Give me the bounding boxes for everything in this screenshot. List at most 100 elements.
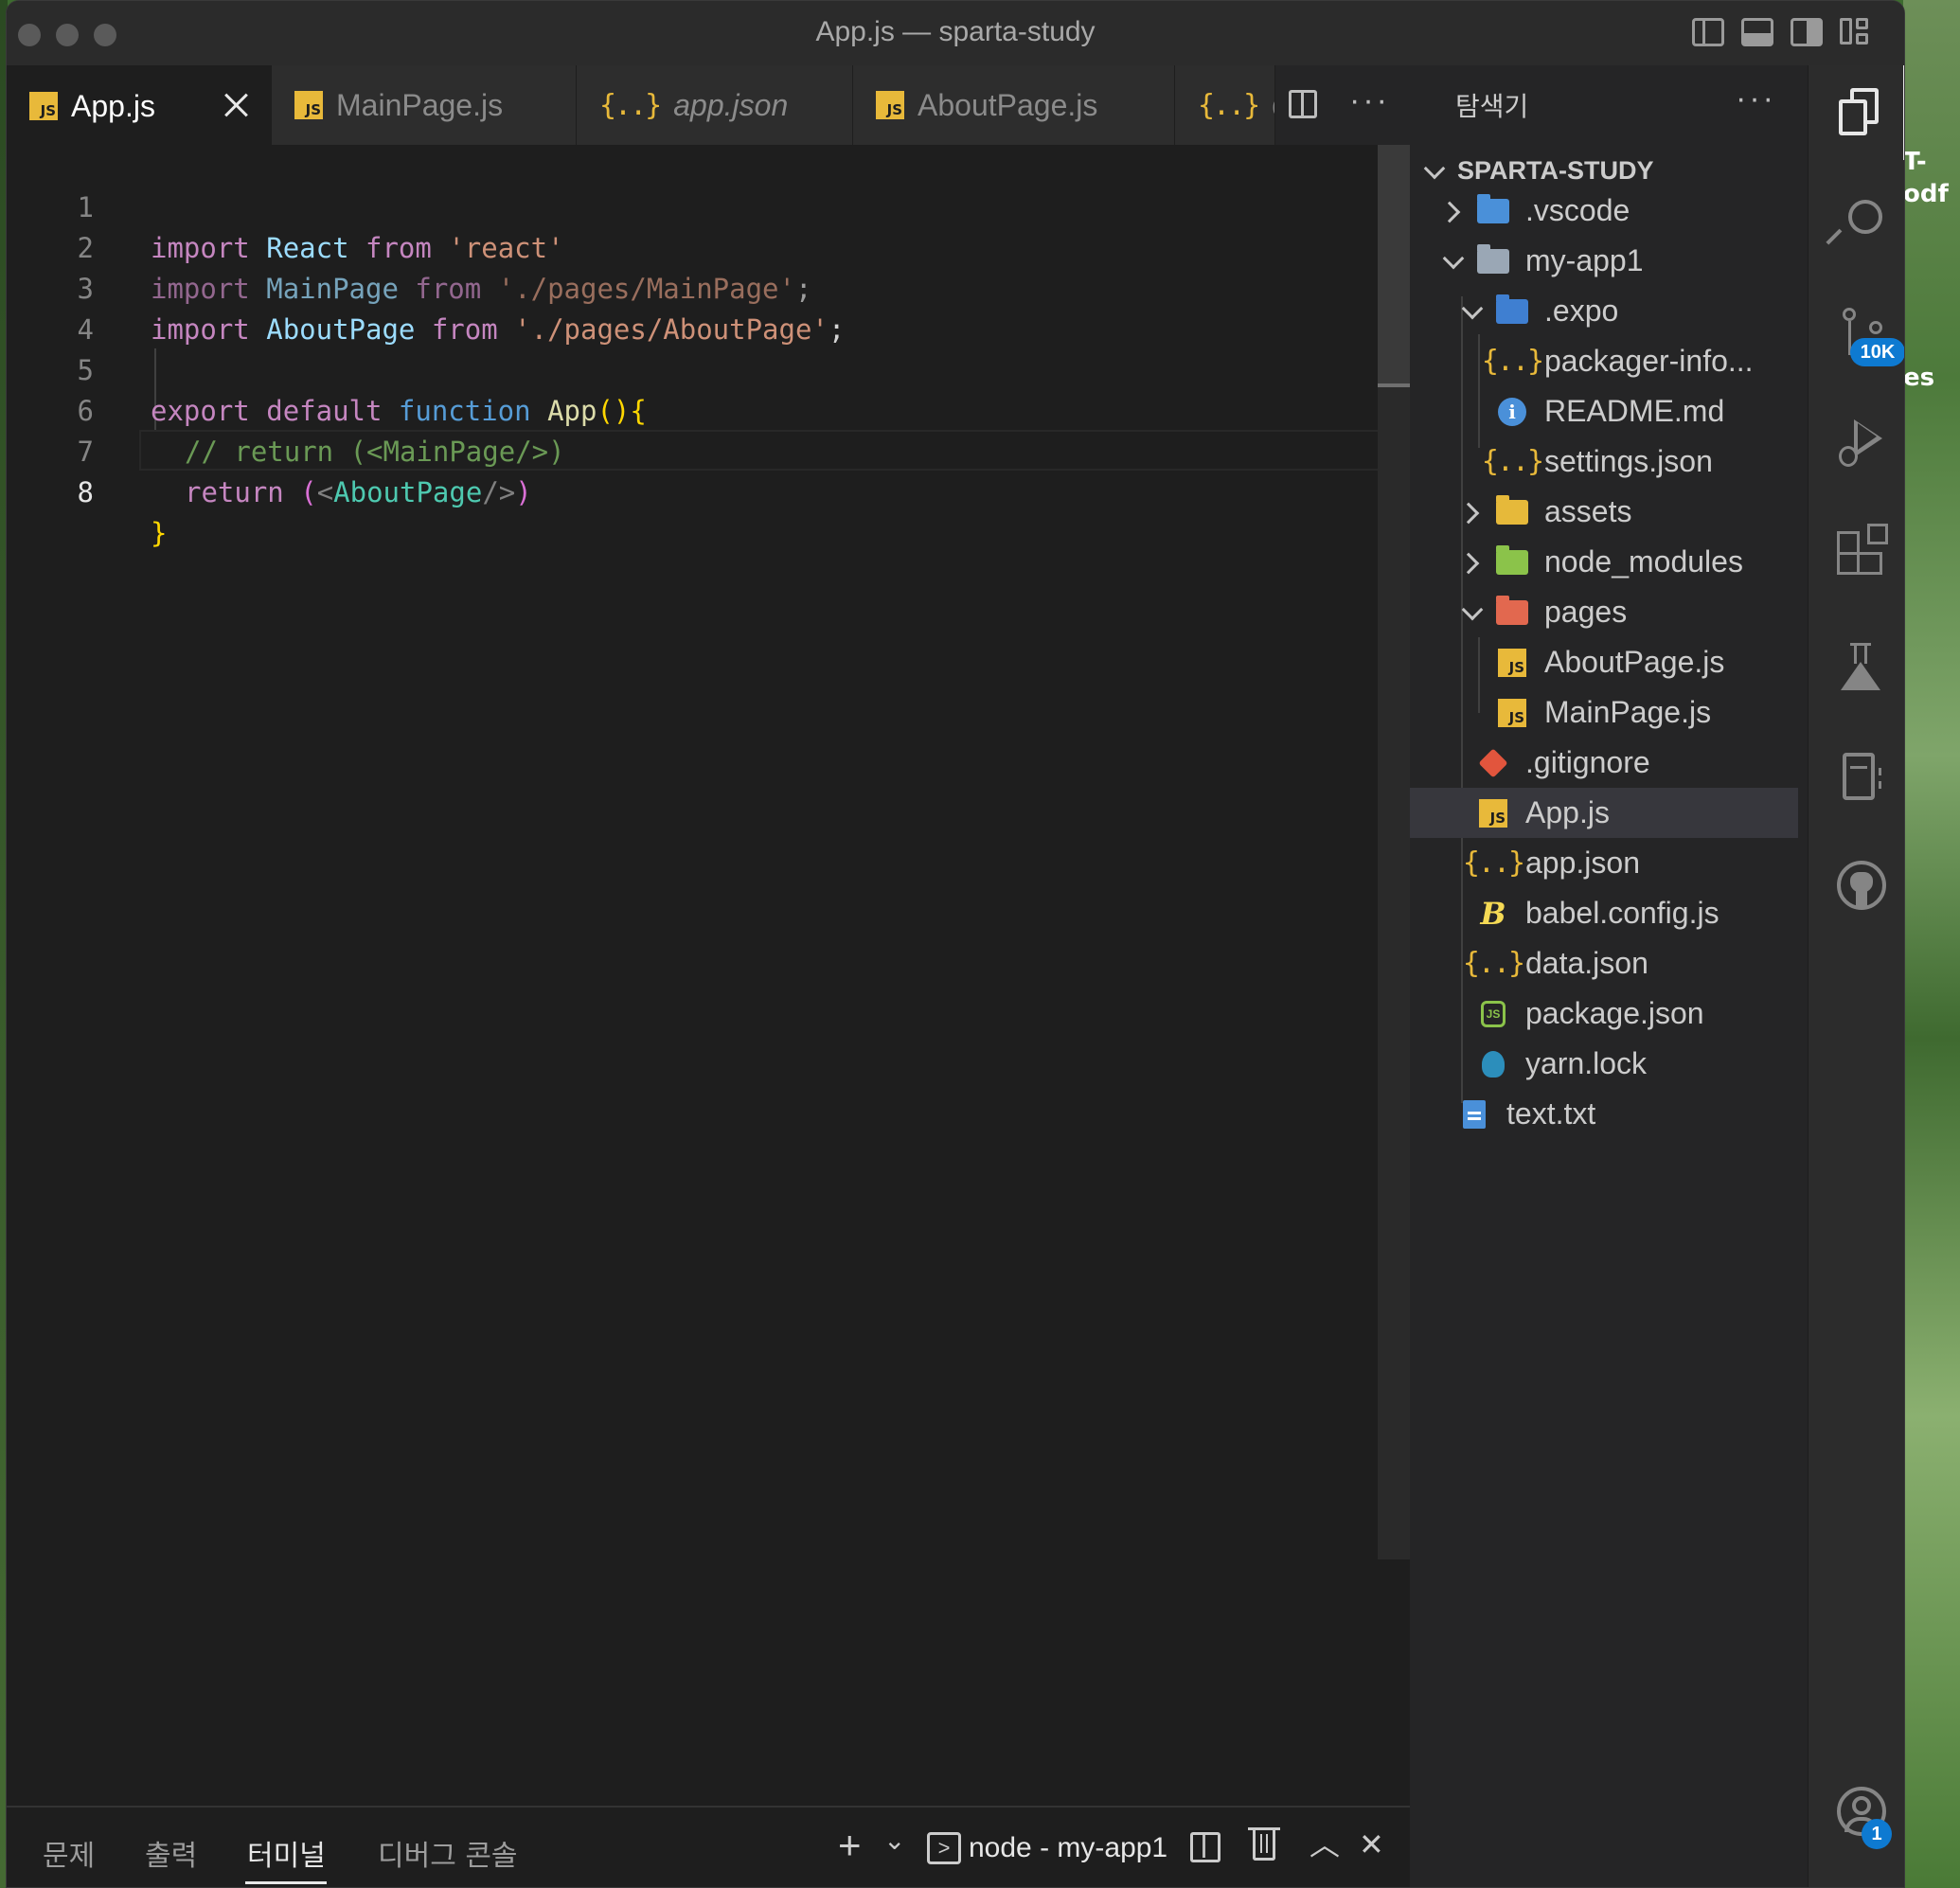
javascript-file-icon: JS [1498,698,1526,727]
tree-item-babel-config[interactable]: B babel.config.js [1410,888,1798,938]
chevron-down-icon[interactable]: ⌄ [883,1825,905,1856]
tab-label: AboutPage.js [918,87,1098,122]
new-terminal-icon[interactable]: + [838,1823,862,1868]
tree-item-label: pages [1544,595,1628,629]
close-tab-icon[interactable] [222,90,250,118]
tree-item-assets[interactable]: assets [1410,487,1798,537]
active-tab-indicator [245,1881,327,1884]
tree-item-label: AboutPage.js [1544,645,1725,679]
tree-item-settings-json[interactable]: {..} settings.json [1410,436,1798,487]
tree-item-label: node_modules [1544,544,1743,579]
more-actions-icon[interactable]: ··· [1736,80,1776,117]
expo-folder-icon [1496,294,1528,324]
tree-item-app-js[interactable]: JS App.js [1410,788,1798,838]
search-icon[interactable] [1826,198,1884,245]
tree-item-package-json[interactable]: JS package.json [1410,989,1798,1039]
tab-label: MainPage.js [336,87,504,122]
explorer-files-icon[interactable] [1837,88,1884,135]
more-actions-icon[interactable]: ··· [1349,82,1390,119]
close-panel-icon[interactable]: ✕ [1359,1826,1384,1862]
chevron-down-icon [1440,249,1465,274]
tab-problems[interactable]: 문제 [43,1832,95,1874]
tree-item-label: babel.config.js [1525,896,1719,930]
tab-debug-console[interactable]: 디버그 콘솔 [378,1832,518,1874]
extensions-icon[interactable] [1837,524,1888,579]
customize-layout-icon[interactable] [1840,18,1872,46]
tree-item-label: MainPage.js [1544,695,1712,729]
testing-flask-icon[interactable] [1837,643,1884,690]
json-file-icon: {..} [1198,88,1260,122]
javascript-file-icon: JS [876,91,904,119]
editor-tab-bar: JS App.js JS MainPage.js {..} app.json J… [7,65,1410,145]
text-file-icon [1463,1099,1486,1129]
json-file-icon: {..} [599,88,662,122]
code-line: 7 return (<AboutPage/>) [7,391,1410,508]
node-modules-folder-icon [1496,544,1528,575]
desktop-background [1903,0,1960,1888]
javascript-file-icon: JS [1479,798,1507,828]
tree-item-label: App.js [1525,795,1610,829]
toggle-primary-sidebar-icon[interactable] [1692,18,1724,46]
explorer-title: 탐색기 [1455,91,1529,122]
tree-item-label: app.json [1525,846,1640,880]
scrollbar-cursor-marker [1378,383,1410,387]
tree-item-node-modules[interactable]: node_modules [1410,537,1798,587]
chevron-down-icon [1459,299,1484,324]
code-editor[interactable]: 1 import React from 'react' 2 import Mai… [7,145,1410,1806]
run-debug-icon[interactable] [1837,418,1884,467]
tree-item-packager-info[interactable]: {..} packager-info... [1410,336,1798,386]
split-terminal-icon[interactable] [1190,1832,1221,1862]
tab-output[interactable]: 출력 [145,1832,197,1874]
split-editor-icon[interactable] [1289,90,1317,118]
tree-item-yarn-lock[interactable]: yarn.lock [1410,1039,1798,1089]
tree-item-label: packager-info... [1544,344,1754,378]
toggle-panel-icon[interactable] [1741,18,1773,46]
tab-app-js[interactable]: JS App.js [7,65,272,145]
tree-item-label: assets [1544,494,1632,528]
tree-item-text-txt[interactable]: text.txt [1410,1089,1798,1139]
json-file-icon: {..} [1481,345,1544,378]
tab-mainpage-js[interactable]: JS MainPage.js [272,65,577,145]
tab-label: App.js [71,88,155,123]
tree-item-my-app1[interactable]: my-app1 [1410,236,1798,286]
toggle-secondary-sidebar-icon[interactable] [1791,18,1823,46]
tab-data-json[interactable]: {..} da [1175,65,1275,145]
chevron-right-icon [1459,500,1484,525]
tree-item-label: README.md [1544,394,1725,428]
tab-aboutpage-js[interactable]: JS AboutPage.js [853,65,1175,145]
remote-explorer-icon[interactable] [1837,753,1884,800]
javascript-file-icon: JS [294,91,323,119]
tree-item-vscode[interactable]: .vscode [1410,186,1798,236]
github-icon[interactable] [1837,861,1886,910]
trash-icon[interactable] [1248,1827,1280,1861]
folder-open-icon [1477,243,1509,274]
tree-item-data-json[interactable]: {..} data.json [1410,938,1798,989]
code-line: 6 // return (<MainPage/>) [7,350,1410,468]
code-line: 3 import AboutPage from './pages/AboutPa… [7,228,1410,346]
tree-item-label: yarn.lock [1525,1046,1648,1080]
tab-app-json[interactable]: {..} app.json [577,65,853,145]
vscode-folder-icon [1477,193,1509,223]
json-file-icon: {..} [1462,947,1525,980]
terminal-name[interactable]: node - my-app1 [969,1832,1167,1864]
chevron-down-icon [1459,600,1484,625]
code-line: 4 [7,269,1410,346]
active-view-indicator [1903,65,1904,160]
tree-item-pages[interactable]: pages [1410,587,1798,637]
tree-item-readme[interactable]: i README.md [1410,386,1798,436]
tree-item-gitignore[interactable]: .gitignore [1410,738,1798,788]
tab-terminal[interactable]: 터미널 [247,1832,326,1874]
json-file-icon: {..} [1462,846,1525,880]
code-line: 2 import MainPage from './pages/MainPage… [7,187,1410,305]
tree-item-label: my-app1 [1525,243,1644,277]
tree-item-label: data.json [1525,946,1648,980]
tree-item-aboutpage-js[interactable]: JS AboutPage.js [1410,637,1798,687]
editor-actions: ··· [1275,65,1410,145]
tree-item-mainpage-js[interactable]: JS MainPage.js [1410,687,1798,738]
tree-item-app-json[interactable]: {..} app.json [1410,838,1798,888]
editor-scrollbar-thumb[interactable] [1378,145,1410,383]
nodejs-icon: JS [1481,1000,1506,1027]
tree-item-expo[interactable]: .expo [1410,286,1798,336]
maximize-panel-icon[interactable]: ︿ [1310,1821,1340,1864]
window-title: App.js — sparta-study [815,16,1096,47]
